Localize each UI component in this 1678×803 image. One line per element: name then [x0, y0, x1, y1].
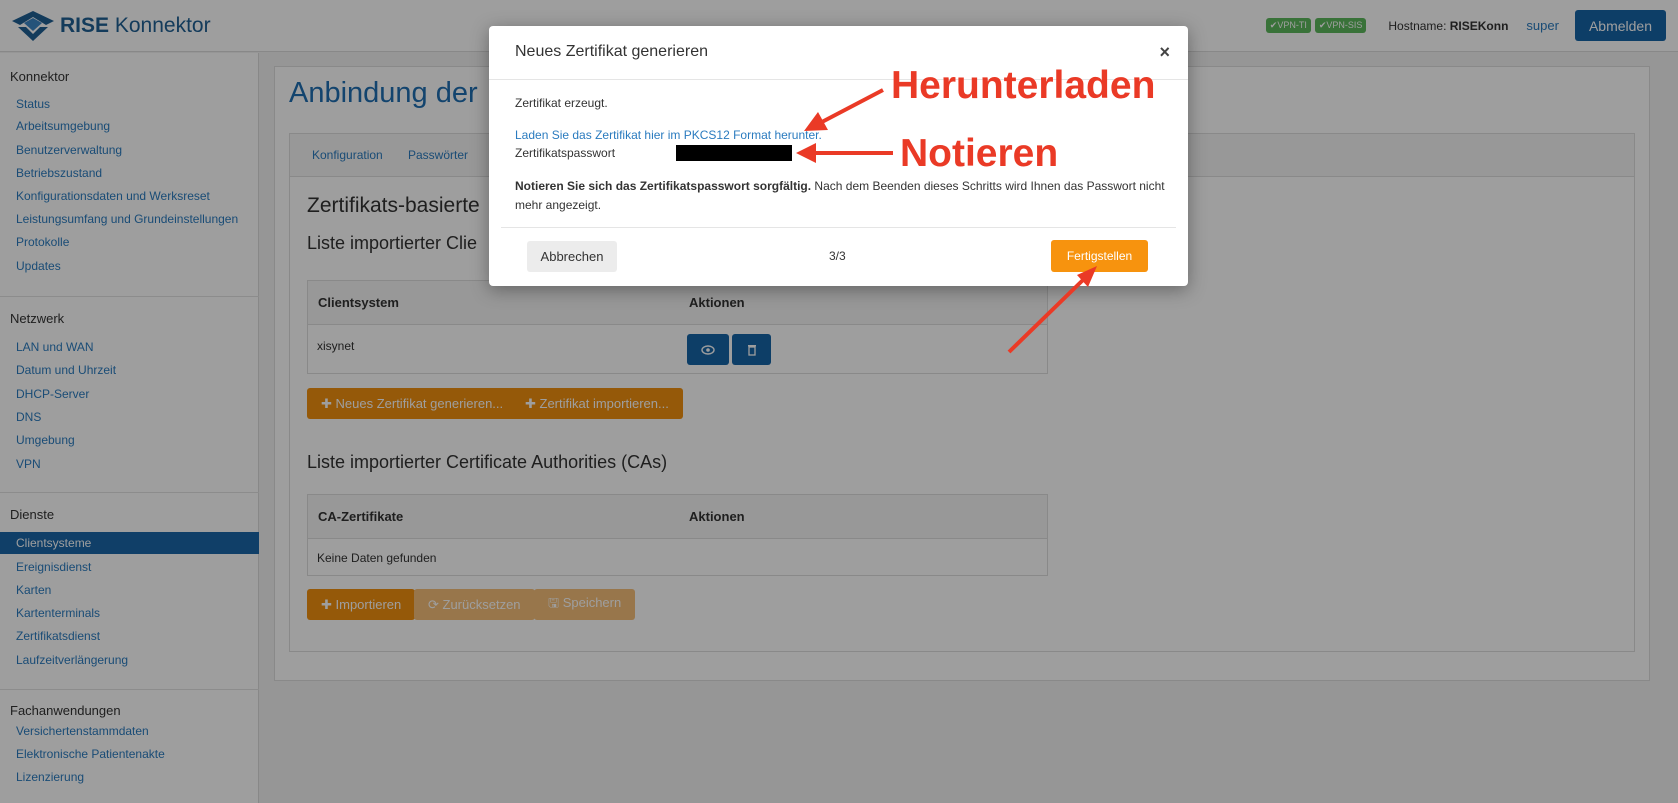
download-certificate-link[interactable]: Laden Sie das Zertifikat hier im PKCS12 … — [515, 128, 822, 142]
password-label: Zertifikatspasswort — [515, 146, 616, 160]
cancel-button[interactable]: Abbrechen — [527, 241, 617, 272]
step-indicator: 3/3 — [829, 249, 846, 263]
annotation-note: Notieren — [900, 132, 1059, 175]
certificate-created-text: Zertifikat erzeugt. — [515, 96, 608, 110]
password-note: Notieren Sie sich das Zertifikatspasswor… — [515, 179, 1165, 212]
password-value — [676, 145, 792, 161]
close-icon[interactable]: × — [1159, 42, 1170, 63]
dialog-title: Neues Zertifikat generieren — [515, 43, 708, 60]
dialog-divider — [501, 227, 1176, 228]
finish-button[interactable]: Fertigstellen — [1051, 240, 1148, 272]
annotation-download: Herunterladen — [891, 64, 1156, 107]
